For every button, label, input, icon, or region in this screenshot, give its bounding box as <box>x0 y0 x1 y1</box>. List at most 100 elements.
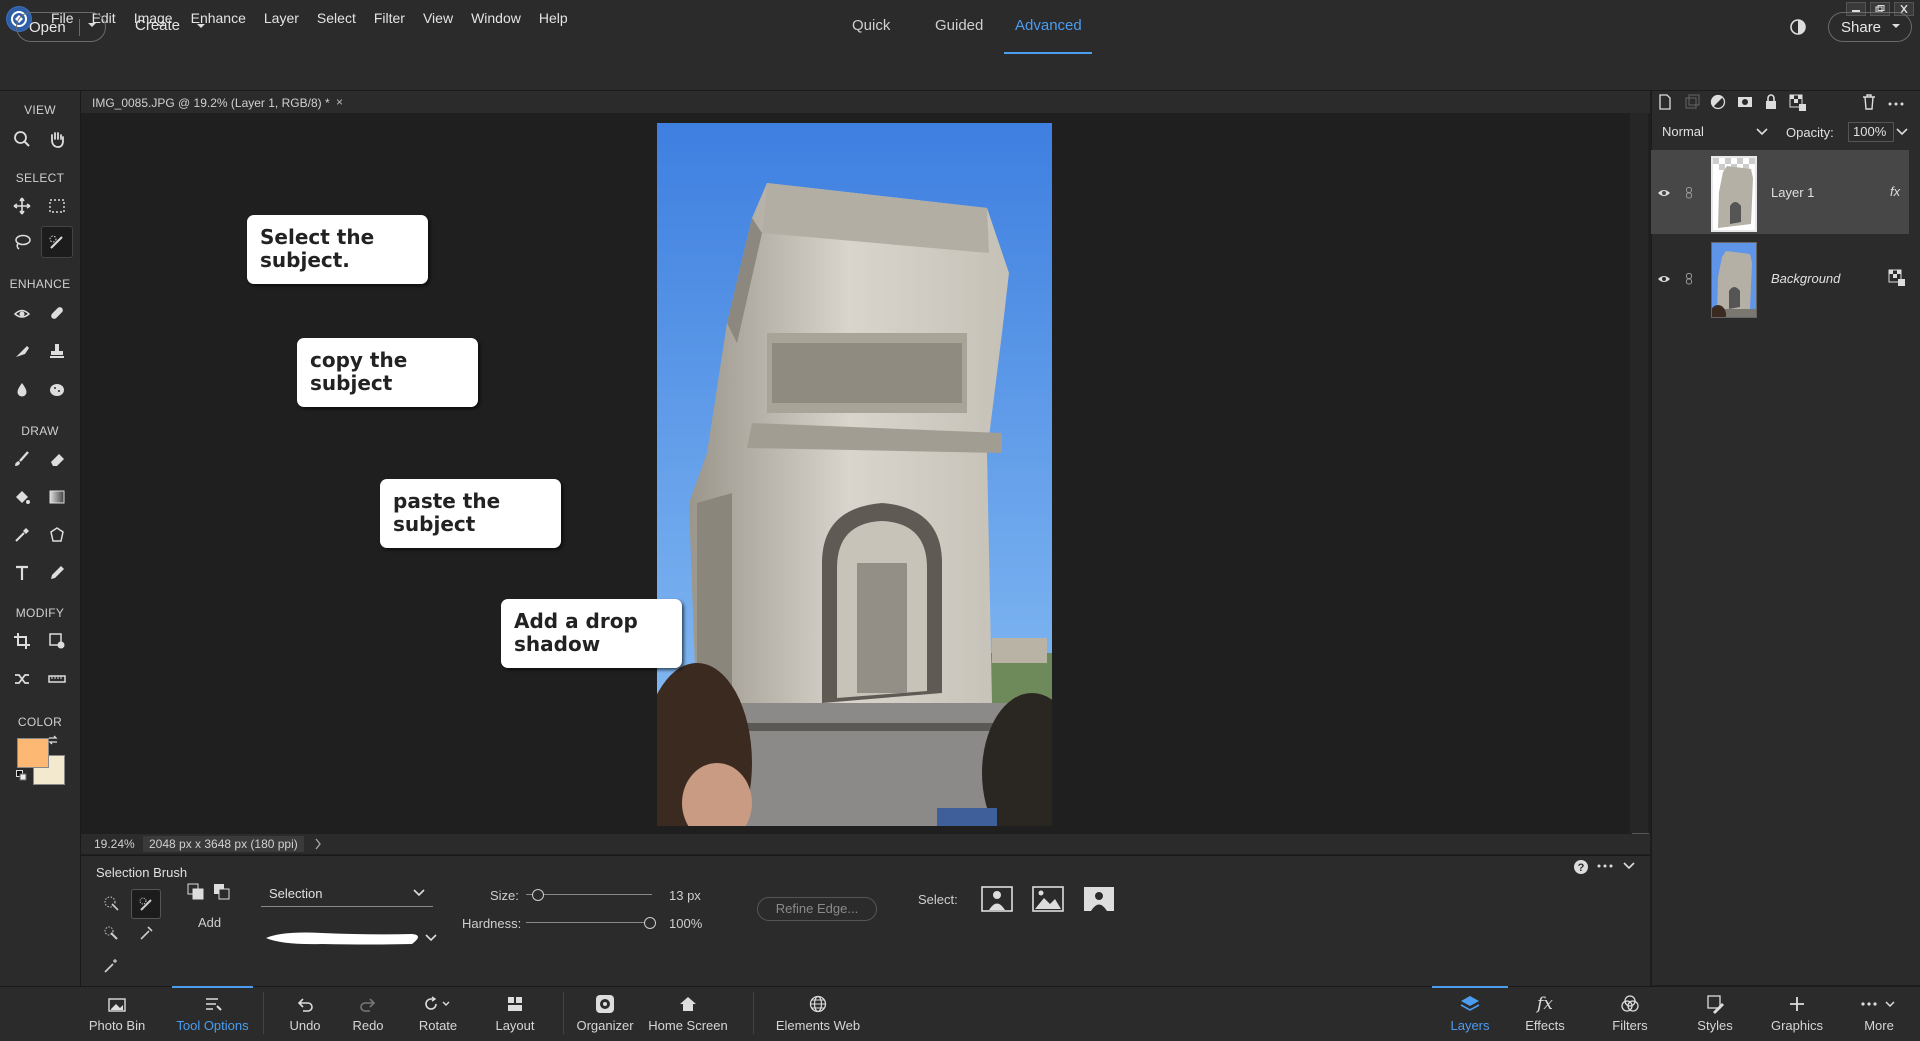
sponge-tool-icon[interactable] <box>43 376 71 404</box>
filters-label: Filters <box>1612 1018 1648 1033</box>
share-button[interactable]: Share <box>1828 12 1912 42</box>
home-screen-button[interactable]: Home Screen <box>646 986 730 1040</box>
document-image[interactable] <box>657 123 1052 826</box>
hardness-slider[interactable] <box>526 914 660 930</box>
status-arrow-icon[interactable] <box>314 838 322 850</box>
redo-button[interactable]: Redo <box>345 986 391 1040</box>
menu-enhance[interactable]: Enhance <box>182 0 255 36</box>
chevron-down-icon[interactable] <box>1756 128 1768 136</box>
type-tool-icon[interactable] <box>8 559 36 587</box>
chevron-down-icon[interactable] <box>1896 128 1908 136</box>
layer-link-icon[interactable] <box>1686 187 1692 199</box>
layer-row[interactable]: Background <box>1651 236 1909 320</box>
more-panel-button[interactable]: More <box>1852 986 1906 1040</box>
select-sky-icon[interactable] <box>1030 883 1066 915</box>
straighten-tool-icon[interactable] <box>43 665 71 693</box>
styles-panel-button[interactable]: Styles <box>1688 986 1742 1040</box>
new-layer-icon[interactable] <box>1658 94 1672 110</box>
new-group-icon[interactable] <box>1684 94 1700 110</box>
layer-link-icon[interactable] <box>1686 273 1692 285</box>
brush-picker[interactable] <box>262 925 442 951</box>
lock-all-icon[interactable] <box>1764 94 1778 110</box>
hand-tool-icon[interactable] <box>43 125 71 153</box>
custom-shape-tool-icon[interactable] <box>43 521 71 549</box>
selection-mode-select[interactable]: Selection <box>261 880 433 907</box>
crop-tool-icon[interactable] <box>8 627 36 655</box>
spot-healing-tool-icon[interactable] <box>43 299 71 327</box>
clone-stamp-tool-icon[interactable] <box>43 337 71 365</box>
marquee-tool-icon[interactable] <box>43 192 71 220</box>
size-slider[interactable] <box>526 886 654 902</box>
tool-options-button[interactable]: Tool Options <box>172 986 253 1040</box>
eraser-tool-icon[interactable] <box>43 445 71 473</box>
organizer-button[interactable]: Organizer <box>573 986 637 1040</box>
help-icon[interactable]: ? <box>1573 859 1589 875</box>
more-options-icon[interactable] <box>1597 863 1613 869</box>
undo-button[interactable]: Undo <box>282 986 328 1040</box>
move-tool-icon[interactable] <box>8 192 36 220</box>
visibility-eye-icon[interactable] <box>1657 188 1671 198</box>
gradient-tool-icon[interactable] <box>43 483 71 511</box>
visibility-eye-icon[interactable] <box>1657 274 1671 284</box>
selection-brush-subtool-icon[interactable] <box>98 890 124 916</box>
foreground-color-swatch[interactable] <box>17 738 49 768</box>
theme-contrast-icon[interactable] <box>1789 18 1807 36</box>
menu-filter[interactable]: Filter <box>365 0 414 36</box>
pencil-tool-icon[interactable] <box>43 559 71 587</box>
collapse-panel-icon[interactable] <box>1623 862 1635 870</box>
layer-effects-icon[interactable]: fx <box>1890 184 1900 199</box>
recompose-tool-icon[interactable] <box>43 627 71 655</box>
tab-advanced[interactable]: Advanced <box>1015 17 1082 34</box>
content-aware-move-tool-icon[interactable] <box>8 665 36 693</box>
tab-quick[interactable]: Quick <box>852 17 890 34</box>
eyedropper-tool-icon[interactable] <box>8 521 36 549</box>
open-button[interactable]: Open <box>16 12 106 42</box>
menu-help[interactable]: Help <box>530 0 577 36</box>
graphics-panel-button[interactable]: Graphics <box>1766 986 1828 1040</box>
layer-mask-icon[interactable] <box>1737 94 1753 110</box>
rotate-button[interactable]: Rotate <box>411 986 465 1040</box>
blur-tool-icon[interactable] <box>8 376 36 404</box>
vertical-scrollbar[interactable] <box>1630 113 1648 833</box>
close-tab-icon[interactable]: × <box>336 95 343 109</box>
photo-bin-button[interactable]: Photo Bin <box>84 986 150 1040</box>
document-tab[interactable]: IMG_0085.JPG @ 19.2% (Layer 1, RGB/8) * <box>92 96 330 110</box>
selection-brush-tool-icon[interactable] <box>41 226 73 258</box>
opacity-input[interactable]: 100% <box>1848 122 1894 142</box>
selection-brush-add-subtool-icon[interactable] <box>131 889 161 919</box>
brush-tool-icon[interactable] <box>8 445 36 473</box>
smart-brush-tool-icon[interactable] <box>8 337 36 365</box>
refine-edge-button[interactable]: Refine Edge... <box>757 897 877 921</box>
select-background-icon[interactable] <box>1081 883 1117 915</box>
open-dropdown-icon[interactable] <box>87 20 97 30</box>
magic-wand-subtool-icon[interactable] <box>98 953 124 979</box>
select-subject-icon[interactable] <box>979 883 1015 915</box>
create-button[interactable]: Create <box>135 17 180 34</box>
subtract-from-selection-icon[interactable] <box>213 883 231 901</box>
delete-layer-icon[interactable] <box>1862 94 1876 110</box>
red-eye-tool-icon[interactable] <box>8 299 36 327</box>
menu-select[interactable]: Select <box>308 0 365 36</box>
quick-selection-subtool-icon[interactable] <box>98 920 124 946</box>
blend-mode-select[interactable]: Normal <box>1662 124 1704 139</box>
default-colors-icon[interactable] <box>16 770 27 781</box>
adjustment-layer-icon[interactable] <box>1710 94 1726 110</box>
add-to-selection-icon[interactable] <box>187 883 205 901</box>
refine-selection-brush-subtool-icon[interactable] <box>133 920 159 946</box>
menu-view[interactable]: View <box>414 0 462 36</box>
create-dropdown-icon[interactable] <box>196 21 206 31</box>
layer-row[interactable]: Layer 1 fx <box>1651 150 1909 234</box>
filters-panel-button[interactable]: Filters <box>1602 986 1658 1040</box>
layers-panel-button[interactable]: Layers <box>1432 986 1508 1040</box>
layout-button[interactable]: Layout <box>490 986 540 1040</box>
elements-web-button[interactable]: Elements Web <box>773 986 863 1040</box>
tab-guided[interactable]: Guided <box>935 17 983 34</box>
menu-window[interactable]: Window <box>462 0 530 36</box>
paint-bucket-tool-icon[interactable] <box>8 483 36 511</box>
zoom-tool-icon[interactable] <box>8 125 36 153</box>
lock-transparent-icon[interactable] <box>1789 94 1807 112</box>
menu-layer[interactable]: Layer <box>255 0 308 36</box>
lasso-tool-icon[interactable] <box>8 228 36 256</box>
effects-panel-button[interactable]: fx Effects <box>1520 986 1570 1040</box>
layers-panel-menu-icon[interactable] <box>1888 101 1904 107</box>
